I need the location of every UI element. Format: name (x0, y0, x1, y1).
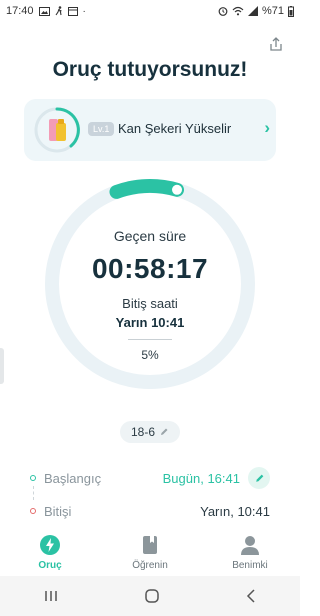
alarm-icon (218, 7, 228, 16)
nav-item-fasting[interactable]: Oruç (10, 525, 90, 575)
stage-level-badge: Lv.1 (88, 122, 115, 136)
battery-level: %71 (261, 5, 284, 17)
progress-percent: 5% (141, 348, 159, 362)
edge-handle[interactable] (0, 348, 4, 384)
nav-label: Öğrenin (132, 560, 168, 571)
nav-label: Benimki (232, 560, 268, 571)
edit-start-button[interactable] (248, 467, 270, 489)
calendar-icon (67, 7, 78, 16)
share-icon[interactable] (268, 36, 284, 52)
start-label: Başlangıç (44, 470, 102, 486)
end-value: Yarın, 10:41 (200, 503, 270, 519)
start-row: Başlangıç Bugün, 16:41 (30, 466, 270, 490)
image-icon (38, 6, 50, 16)
stage-title: Kan Şekeri Yükselir (118, 121, 232, 136)
progress-knob (172, 184, 183, 195)
timeline-connector (33, 486, 35, 500)
home-icon[interactable] (145, 589, 159, 603)
end-dot-icon (30, 508, 36, 514)
end-time-label: Bitiş saati (122, 296, 178, 311)
notification-dot-icon: · (82, 5, 86, 17)
wifi-icon (232, 6, 244, 16)
battery-icon (288, 5, 294, 17)
pencil-icon (255, 474, 263, 482)
end-label: Bitişi (44, 503, 72, 519)
status-bar: 17:40 · %71 (0, 0, 300, 22)
back-icon[interactable] (246, 589, 256, 603)
end-row: Bitişi Yarın, 10:41 (30, 499, 270, 523)
person-icon (241, 536, 259, 555)
elapsed-timer: 00:58:17 (91, 253, 209, 284)
stage-card[interactable]: Lv.1 Kan Şekeri Yükselir › (24, 99, 276, 161)
divider (128, 339, 172, 340)
start-dot-icon (30, 475, 36, 481)
progress-arc (109, 179, 185, 199)
nav-label: Oruç (38, 560, 62, 571)
nav-item-profile[interactable]: Benimki (210, 525, 290, 575)
status-time: 17:40 (6, 5, 34, 17)
bottom-nav: Oruç Öğrenin Benimki (0, 525, 300, 575)
book-icon (143, 536, 157, 554)
page-title: Oruç tutuyorsunuz! (52, 58, 248, 81)
pencil-icon (161, 428, 168, 435)
plan-label: 18-6 (130, 425, 156, 439)
start-value: Bugün, 16:41 (162, 470, 240, 486)
lightning-icon (40, 535, 60, 555)
recent-apps-icon[interactable] (44, 590, 58, 602)
nav-item-learn[interactable]: Öğrenin (110, 525, 190, 575)
blood-sugar-stage-icon (34, 107, 80, 153)
chevron-right-icon: › (264, 118, 270, 137)
signal-icon (247, 6, 258, 16)
system-nav-bar (0, 576, 300, 616)
elapsed-label: Geçen süre (113, 228, 187, 244)
end-time-value: Yarın 10:41 (115, 315, 185, 330)
fasting-plan-button[interactable]: 18-6 (120, 421, 180, 443)
walking-icon (55, 6, 62, 16)
